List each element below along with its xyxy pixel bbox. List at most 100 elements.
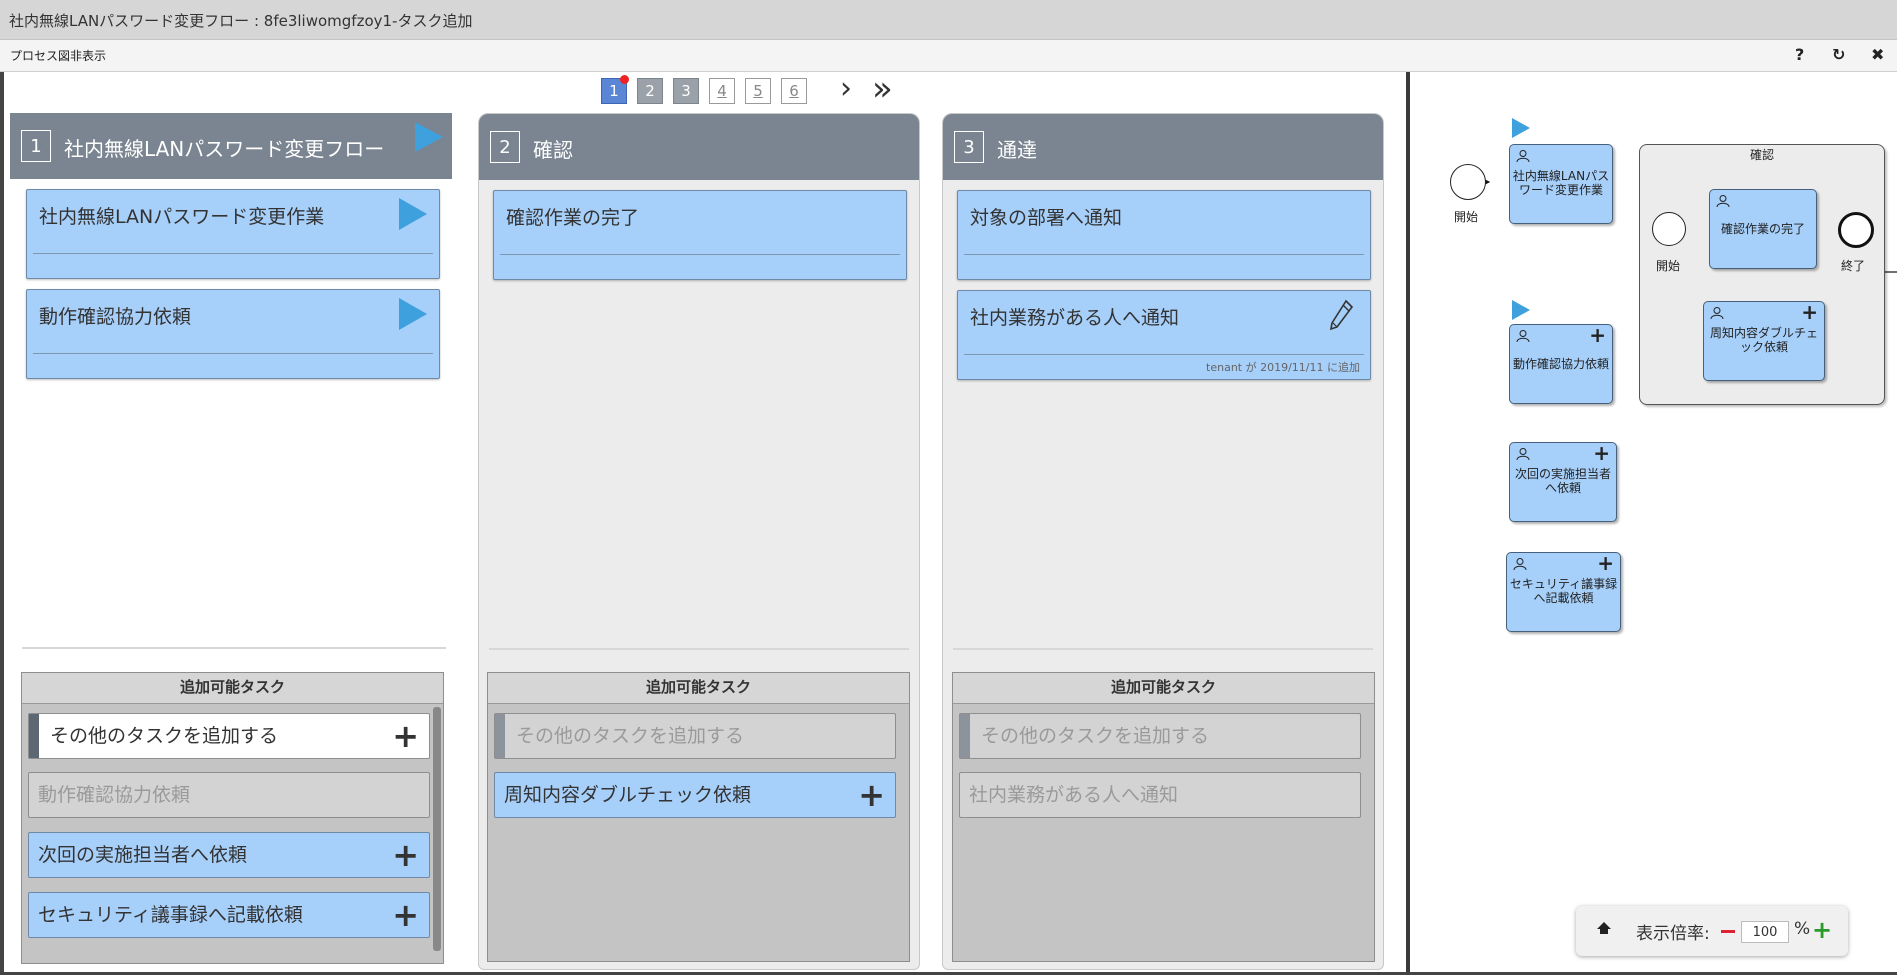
- refresh-icon[interactable]: ↻: [1832, 45, 1845, 64]
- task-divider: [500, 254, 900, 255]
- task-name: 社内業務がある人へ通知: [970, 307, 1180, 329]
- lane-divider: [953, 648, 1373, 650]
- plus-icon[interactable]: +: [1589, 323, 1606, 347]
- page-button-4[interactable]: 4: [709, 78, 735, 104]
- zoom-input[interactable]: 100: [1741, 921, 1789, 943]
- user-icon: [1716, 194, 1730, 211]
- zoom-unit: %: [1794, 919, 1811, 939]
- diagram-task-2[interactable]: + 動作確認協力依頼: [1509, 323, 1613, 404]
- plus-icon[interactable]: +: [1593, 441, 1610, 465]
- notification-dot: [620, 75, 629, 84]
- addable-tasks-header: 追加可能タスク: [22, 673, 443, 704]
- sub-end-event[interactable]: [1838, 212, 1874, 248]
- sub-task-extra[interactable]: + 周知内容ダブルチェ ック依頼: [1703, 300, 1825, 381]
- add-item-label: 次回の実施担当者へ依頼: [38, 844, 248, 866]
- task-label-line: セキュリティ議事録: [1509, 577, 1618, 591]
- page-button-5[interactable]: 5: [745, 78, 771, 104]
- play-icon[interactable]: [415, 122, 443, 152]
- page-button-3[interactable]: 3: [673, 78, 699, 104]
- help-icon[interactable]: ?: [1795, 45, 1804, 64]
- add-other-task-button-disabled: その他のタスクを追加する: [959, 713, 1361, 759]
- sub-start-event[interactable]: [1652, 212, 1686, 246]
- sub-task-confirm[interactable]: 確認作業の完了: [1709, 189, 1817, 269]
- play-icon[interactable]: [399, 198, 427, 230]
- add-item-label: 動作確認協力依頼: [38, 784, 191, 806]
- last-page-icon[interactable]: »: [872, 72, 893, 106]
- page-button-1[interactable]: 1: [601, 75, 629, 104]
- scrollbar[interactable]: [433, 707, 441, 951]
- user-icon: [1513, 557, 1527, 574]
- play-icon[interactable]: [399, 298, 427, 330]
- user-icon: [1516, 447, 1530, 464]
- pencil-icon[interactable]: [1328, 299, 1354, 335]
- home-icon[interactable]: [1596, 920, 1612, 940]
- lane-title: 社内無線LANパスワード変更フロー: [64, 137, 385, 161]
- task-card[interactable]: 社内無線LANパスワード変更作業: [26, 189, 440, 279]
- task-label-line: 周知内容ダブルチェ: [1709, 326, 1818, 340]
- plus-icon[interactable]: +: [1801, 300, 1818, 324]
- plus-icon[interactable]: +: [1597, 551, 1614, 575]
- play-icon[interactable]: [1512, 118, 1530, 138]
- addable-tasks-panel: 追加可能タスク その他のタスクを追加する 周知内容ダブルチェック依頼 +: [487, 672, 910, 962]
- task-card[interactable]: 対象の部署へ通知: [957, 190, 1371, 280]
- page-button-6[interactable]: 6: [781, 78, 807, 104]
- task-label-line: ック依頼: [1739, 340, 1788, 354]
- task-label-line: 次回の実施担当者: [1514, 467, 1611, 481]
- subprocess-title: 確認: [1749, 148, 1774, 162]
- addable-tasks-header: 追加可能タスク: [488, 673, 909, 704]
- window-titlebar: 社内無線LANパスワード変更フロー : 8fe3liwomgfzoy1-タスク追…: [0, 0, 1897, 40]
- task-label-line: へ依頼: [1544, 481, 1581, 495]
- add-item-label: 社内業務がある人へ通知: [969, 784, 1179, 806]
- add-other-task-button-disabled: その他のタスクを追加する: [494, 713, 896, 759]
- task-label: 動作確認協力依頼: [1512, 357, 1609, 371]
- lane-header: 1 社内無線LANパスワード変更フロー: [10, 113, 452, 179]
- task-label-line: 社内無線LANパス: [1512, 169, 1610, 183]
- close-icon[interactable]: ✖: [1871, 45, 1884, 64]
- add-task-item[interactable]: セキュリティ議事録へ記載依頼 +: [28, 892, 430, 938]
- user-icon: [1516, 329, 1530, 346]
- lane-number: 2: [490, 131, 520, 163]
- next-page-icon[interactable]: ›: [840, 74, 852, 104]
- add-task-item[interactable]: 次回の実施担当者へ依頼 +: [28, 832, 430, 878]
- start-event[interactable]: [1450, 164, 1486, 200]
- page-button-2[interactable]: 2: [637, 78, 663, 104]
- diagram-task-4[interactable]: + セキュリティ議事録 へ記載依頼: [1506, 551, 1621, 632]
- process-diagram: 開始 社内無線LANパス ワード変更作業 + 動作確認協力依頼 + 次回の実施担当…: [1410, 72, 1897, 972]
- task-card[interactable]: 確認作業の完了: [493, 190, 907, 280]
- add-other-task-button[interactable]: その他のタスクを追加する +: [28, 713, 430, 759]
- zoom-in-icon[interactable]: +: [1812, 916, 1832, 944]
- plus-icon[interactable]: +: [392, 893, 419, 937]
- task-card[interactable]: 動作確認協力依頼: [26, 289, 440, 379]
- add-item-label: その他のタスクを追加する: [50, 725, 279, 747]
- add-item-label: セキュリティ議事録へ記載依頼: [38, 904, 303, 926]
- accent-bar: [29, 714, 39, 758]
- lane-divider: [22, 647, 446, 649]
- task-divider: [964, 254, 1364, 255]
- frame-left-border: [0, 72, 4, 975]
- window-title: 社内無線LANパスワード変更フロー : 8fe3liwomgfzoy1-タスク追…: [9, 12, 473, 30]
- add-task-item-disabled: 動作確認協力依頼: [28, 772, 430, 818]
- lane-header: 2 確認: [479, 114, 919, 180]
- sub-end-label: 終了: [1841, 259, 1866, 273]
- diagram-task-1[interactable]: 社内無線LANパス ワード変更作業: [1509, 144, 1613, 224]
- addable-tasks-panel: 追加可能タスク その他のタスクを追加する + 動作確認協力依頼 次回の実施担当者…: [21, 672, 444, 964]
- add-task-item-disabled: 社内業務がある人へ通知: [959, 772, 1361, 818]
- task-divider: [33, 253, 433, 254]
- toolbar: プロセス図非表示 ? ↻ ✖: [0, 40, 1897, 72]
- zoom-label: 表示倍率:: [1636, 924, 1710, 944]
- play-icon[interactable]: [1512, 300, 1530, 320]
- task-name: 動作確認協力依頼: [39, 306, 192, 328]
- accent-bar: [495, 714, 505, 758]
- lane-title: 通達: [997, 138, 1037, 162]
- page-label: 1: [609, 82, 619, 100]
- add-task-item[interactable]: 周知内容ダブルチェック依頼 +: [494, 772, 896, 818]
- toggle-diagram-link[interactable]: プロセス図非表示: [10, 47, 106, 64]
- user-icon: [1516, 149, 1530, 166]
- add-item-label: 周知内容ダブルチェック依頼: [504, 784, 752, 806]
- zoom-out-icon[interactable]: [1721, 930, 1735, 933]
- plus-icon[interactable]: +: [392, 833, 419, 877]
- diagram-task-3[interactable]: + 次回の実施担当者 へ依頼: [1509, 441, 1617, 522]
- plus-icon[interactable]: +: [858, 773, 885, 817]
- task-card[interactable]: 社内業務がある人へ通知 tenant が 2019/11/11 に追加: [957, 290, 1371, 380]
- plus-icon[interactable]: +: [392, 714, 419, 758]
